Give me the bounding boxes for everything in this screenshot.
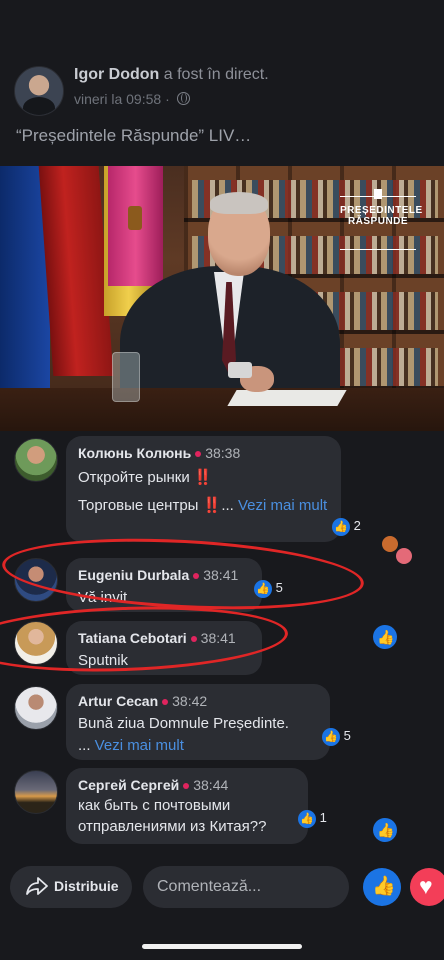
globe-icon <box>176 92 190 105</box>
commenter-name[interactable]: Tatiana Cebotari <box>78 630 187 646</box>
author-line: Igor Dodon a fost în direct. <box>74 66 269 84</box>
desk-paper <box>227 390 347 406</box>
comment-bubble: Сергей Сергей 38:44 как быть с почтовыми … <box>66 768 308 844</box>
heart-icon <box>396 548 412 564</box>
comment-header: Artur Cecan 38:42 <box>78 693 318 709</box>
author-action: a fost în direct. <box>159 66 269 83</box>
heart-reaction-button[interactable] <box>410 868 444 906</box>
home-indicator[interactable] <box>142 944 302 949</box>
like-button-icon[interactable] <box>373 818 397 842</box>
like-icon <box>332 517 350 536</box>
comment-text: как быть с почтовыми отправлениями из Ки… <box>78 795 296 837</box>
comment-timestamp[interactable]: 38:41 <box>201 630 236 646</box>
comment-text: Sputnik <box>78 652 129 669</box>
show-logo-line2: RĂSPUNDE <box>347 216 409 227</box>
author-name[interactable]: Igor Dodon <box>74 66 159 83</box>
double-exclamation-emoji: ‼️ <box>202 497 222 514</box>
see-more-link[interactable]: Vezi mai mult <box>238 497 327 514</box>
comment-reactions[interactable]: 1 <box>298 808 327 828</box>
live-dot-icon <box>190 635 197 642</box>
post-meta: vineri la 09:58 · <box>74 91 190 107</box>
show-logo: PREȘEDINTELE RĂSPUNDE <box>340 189 423 250</box>
comment-timestamp[interactable]: 38:42 <box>172 693 207 709</box>
commenter-avatar[interactable] <box>14 621 58 665</box>
presenter-hair <box>210 192 268 214</box>
commenter-avatar[interactable] <box>14 686 58 730</box>
flag-emblem <box>128 206 142 230</box>
share-label: Distribuie <box>54 878 119 894</box>
like-count: 2 <box>353 518 361 533</box>
commenter-avatar[interactable] <box>14 558 58 602</box>
comment-timestamp[interactable]: 38:38 <box>205 445 240 461</box>
comment-bubble: Artur Cecan 38:42 Bună ziua Domnule Preșe… <box>66 684 330 760</box>
live-video-player[interactable]: PREȘEDINTELE RĂSPUNDE <box>0 166 444 431</box>
comment-line: Bună ziua Domnule Președinte. <box>78 715 289 732</box>
live-dot-icon <box>195 450 202 457</box>
ellipsis: ... <box>78 737 95 754</box>
share-button[interactable]: Distribuie <box>10 866 132 908</box>
comment-text: Откройте рынки ‼️ Торговые центры ‼️... … <box>78 467 329 517</box>
like-icon <box>322 727 340 746</box>
comment-header: Tatiana Cebotari 38:41 <box>78 630 250 646</box>
comment-header: Сергей Сергей 38:44 <box>78 777 296 793</box>
show-logo-line1: PREȘEDINTELE <box>340 205 423 216</box>
desk <box>0 388 444 431</box>
comment-header: Eugeniu Durbala 38:41 <box>78 567 250 583</box>
comment-timestamp[interactable]: 38:44 <box>193 777 228 793</box>
angry-reaction-icon <box>382 536 398 552</box>
ellipsis: ... <box>221 497 238 514</box>
commenter-name[interactable]: Eugeniu Durbala <box>78 567 189 583</box>
crest-icon <box>374 189 382 199</box>
comment-reactions[interactable]: 5 <box>254 578 283 598</box>
share-icon <box>26 877 48 895</box>
like-count: 5 <box>275 580 283 595</box>
live-dot-icon <box>193 572 200 579</box>
phone <box>228 362 252 378</box>
comment-bubble: Tatiana Cebotari 38:41 Sputnik <box>66 621 262 675</box>
comment-text: Vă invit <box>78 589 128 606</box>
post-time[interactable]: la 09:58 <box>111 91 161 107</box>
commenter-avatar[interactable] <box>14 438 58 482</box>
comment-line: отправлениями из Китая?? <box>78 818 267 835</box>
water-glass <box>112 352 140 402</box>
comment-timestamp[interactable]: 38:41 <box>203 567 238 583</box>
comment-input[interactable] <box>143 866 349 908</box>
like-button[interactable] <box>363 868 401 906</box>
comment-reactions[interactable]: 2 <box>332 516 361 536</box>
post-text[interactable]: “Președintele Răspunde” LIV… <box>16 126 251 146</box>
author-avatar[interactable] <box>14 66 64 116</box>
comment-line: как быть с почтовыми <box>78 797 231 814</box>
commenter-name[interactable]: Колюнь Колюнь <box>78 445 191 461</box>
like-count: 1 <box>319 810 327 825</box>
bottom-action-bar: Distribuie <box>0 860 444 920</box>
comment-line: Торговые центры <box>78 497 203 514</box>
meta-separator: · <box>165 91 170 107</box>
commenter-name[interactable]: Сергей Сергей <box>78 777 179 793</box>
like-button-icon[interactable] <box>373 625 397 649</box>
commenter-avatar[interactable] <box>14 770 58 814</box>
comment-bubble: Eugeniu Durbala 38:41 Vă invit <box>66 558 262 612</box>
live-dot-icon <box>162 698 169 705</box>
live-dot-icon <box>183 782 190 789</box>
see-more-link[interactable]: Vezi mai mult <box>95 737 184 754</box>
comment-reactions[interactable]: 5 <box>322 726 351 746</box>
comment-line: Откройте рынки <box>78 469 194 486</box>
commenter-name[interactable]: Artur Cecan <box>78 693 158 709</box>
comment-text: Bună ziua Domnule Președinte. ... Vezi m… <box>78 713 318 757</box>
like-icon <box>298 809 316 828</box>
double-exclamation-emoji: ‼️ <box>193 469 213 486</box>
like-icon <box>254 579 272 598</box>
post-header: Igor Dodon a fost în direct. vineri la 0… <box>14 62 434 122</box>
post-day[interactable]: vineri <box>74 91 107 107</box>
comment-header: Колюнь Колюнь 38:38 <box>78 445 329 461</box>
like-count: 5 <box>343 728 351 743</box>
comment-bubble: Колюнь Колюнь 38:38 Откройте рынки ‼️ Тор… <box>66 436 341 542</box>
